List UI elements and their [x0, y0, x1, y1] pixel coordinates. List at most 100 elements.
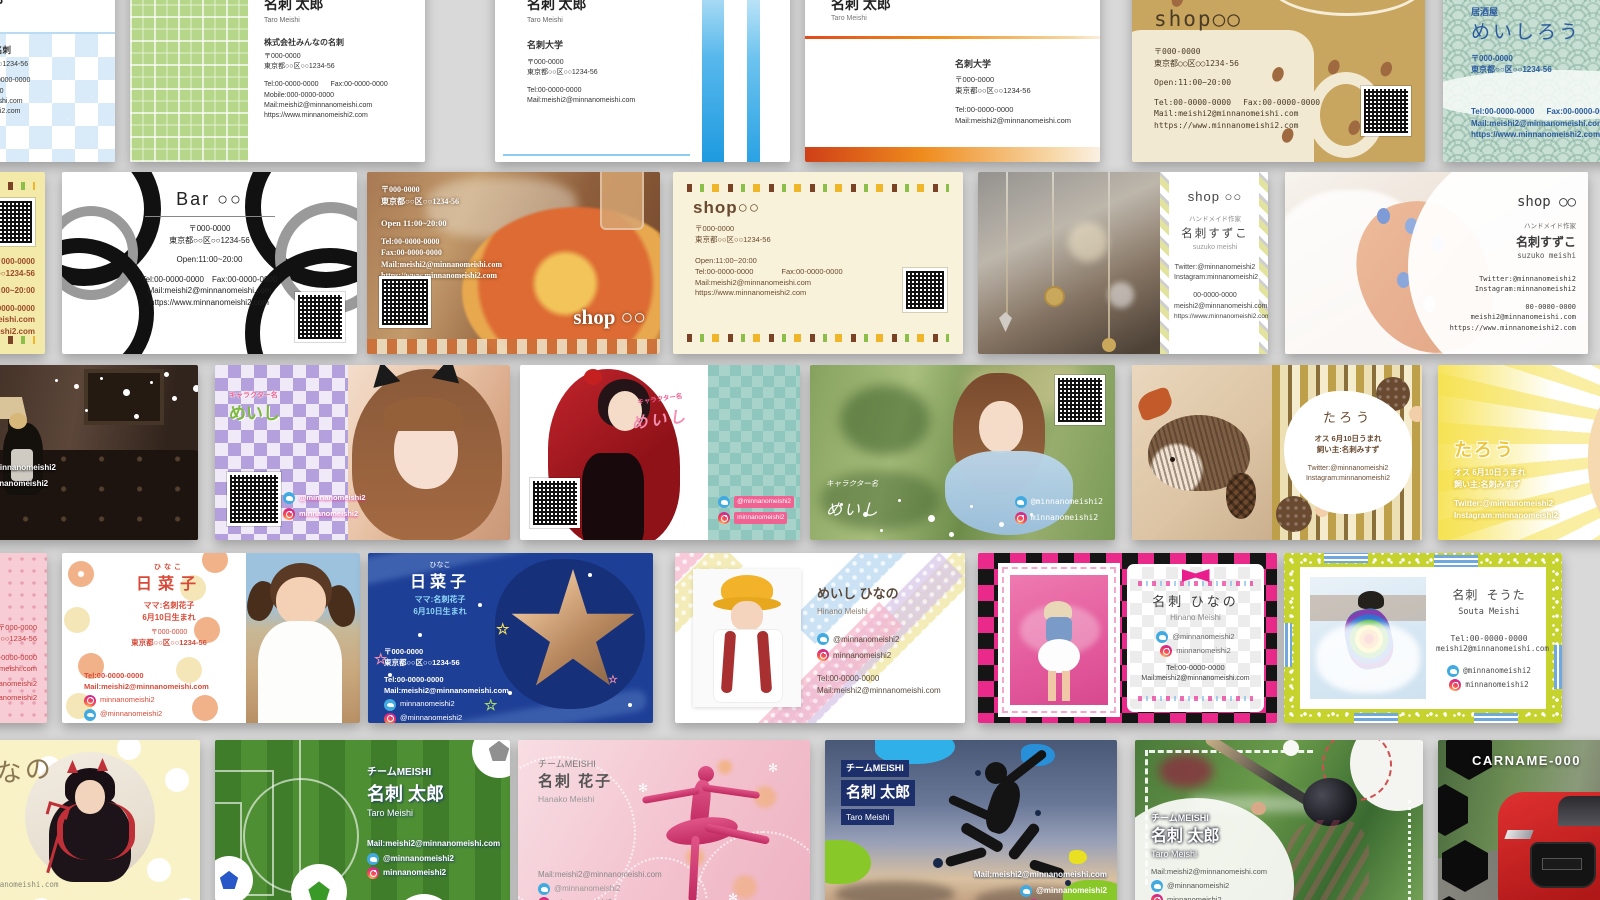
card-kids-washi-tape[interactable]: めいし ひなの Hinano Meishi @minnanomeishi2 mi…: [675, 553, 965, 723]
card-pet-hedgehog[interactable]: たろう オス 6月10日うまれ 飼い主:名刺みすず Twitter:@minna…: [1132, 365, 1422, 540]
card-handmade-nails[interactable]: shop ○○ ハンドメイド作家 名刺すずこ suzuko meishi Twi…: [1285, 172, 1588, 354]
tel: Tel:00-0000-0000: [381, 236, 502, 248]
card-cosplay-maid[interactable]: @minnanomeishi2 minnanomeishi2: [0, 365, 198, 540]
card-university-blue[interactable]: 名刺大学○○学部○○学科 名刺 太郎 Taro Meishi 名刺大学 〒000…: [495, 0, 790, 162]
card-team-soccer[interactable]: チームMEISHI 名刺 太郎 Taro Meishi Mail:meishi2…: [215, 740, 510, 900]
card-pizza-shop[interactable]: 〒000-0000 東京都○○区○○1234-56 Open 11:00~20:…: [367, 172, 660, 354]
devil-horn: [97, 758, 108, 771]
card-shop-cream[interactable]: shop○○ 〒000-0000 東京都○○区○○1234-56 Open:11…: [673, 172, 963, 354]
mail: Mail:meishi2@minnanomeishi.com: [384, 686, 509, 697]
instagram-handle: minnanomeishi2: [299, 509, 358, 520]
twitter-handle: Twitter:@minnanomeishi2: [1454, 498, 1558, 510]
card-team-baseball[interactable]: チームMEISHI 名刺 太郎 Taro Meishi Mail:meishi2…: [1135, 740, 1423, 900]
bokeh-light: [1068, 222, 1108, 262]
kid-name: めいし ひなの: [817, 585, 941, 604]
postal: 〒000-0000: [124, 223, 295, 235]
tel: Tel:00-0000-0000: [1471, 107, 1534, 116]
instagram-handle: minnanomeishi2: [0, 679, 37, 690]
card-kids-daisy[interactable]: ひなの @minnanomeishi2 minnanomeishi2 Tel:0…: [0, 740, 200, 900]
mail: Mail:meishi2@minnanomeishi.com: [84, 682, 209, 693]
white-shirt: [258, 621, 342, 723]
mobile: Mobile:000-0000-0000: [264, 91, 388, 101]
paint-splat-green: [825, 840, 871, 884]
maker-name: 名刺すずこ: [1450, 234, 1576, 251]
mail: Mail:meishi2@minnanomeishi.com: [1154, 108, 1320, 120]
url: https://www.minnanomeishi2.com: [124, 297, 295, 309]
card-university-orange[interactable]: 名刺大学○○学部○○学科 名刺 太郎 Taro Meishi 名刺大学 〒000…: [805, 0, 1100, 162]
card-kids-harlequin[interactable]: 名刺 ひなの Hinano Meishi @minnanomeishi2 min…: [978, 553, 1277, 723]
addr: 東京都○○区○○1234-56: [104, 638, 234, 649]
name-block: ひなこ 日菜子 ママ:名刺花子 6月10日生まれ: [380, 561, 500, 618]
url: https://www.minnanomeishi2.com: [264, 111, 388, 121]
name-block: ひなこ 日菜子 ママ:名刺花子 6月10日生まれ 〒000-0000 東京都○○…: [104, 563, 234, 649]
card-bar[interactable]: Bar ○○ 〒000-0000 東京都○○区○○1234-56 Open:11…: [62, 172, 357, 354]
social-block: @minnanomeishi2 minnanomeishi2: [0, 462, 56, 490]
card-corporate-green[interactable]: 営業部 部長 名刺 太郎 Taro Meishi 株式会社みんなの名刺 〒000…: [130, 0, 425, 162]
instagram-handle: minnanomeishi2: [734, 512, 787, 523]
card-kids-chartreuse[interactable]: 名刺 そうた Souta Meishi Tel:00-0000-0000 mei…: [1284, 553, 1562, 723]
card-body: shop ○○ ハンドメイド作家 名刺すずこ suzuko meishi Twi…: [1450, 192, 1576, 333]
open-hours: Open:11:00−20:00: [1154, 77, 1320, 89]
pet-owner: 飼い主:名刺みすず: [1284, 445, 1412, 456]
twitter-handle: minnanomeishi2: [400, 699, 455, 710]
twitter-handle: @minnanomeishi2: [1036, 885, 1107, 897]
header-block: 居酒屋 めいしろう 〒000-0000 東京都○○区○○1234-56: [1471, 6, 1581, 76]
card-team-ballet[interactable]: ✻ ✻ ✻ チームMEISHI 名刺 花子 Hanako Meishi Mail…: [518, 740, 810, 900]
mail: Mail:meishi2@minnanomeishi.com: [367, 838, 500, 850]
drink-glass: [600, 172, 644, 230]
card-character-catgirl[interactable]: キャラクター名 めいし @minnanomeishi2 minnanomeish…: [215, 365, 510, 540]
maker-romaji: suzuko meishi: [1450, 251, 1576, 262]
card-coffee-shop[interactable]: shop○○ 〒000-0000 東京都○○区○○1234-56 Open:11…: [1132, 0, 1425, 162]
fax: Fax:00-0000-0000: [331, 81, 388, 88]
card-corporate-argyle[interactable]: 営業部 部長 名刺 太郎 Taro Meishi 株式会社みんなの名刺 〒000…: [0, 0, 115, 162]
mail: Mail:meishi2@minnanomeishi.com: [0, 97, 115, 107]
fax: Fax:00-0000-0000: [1546, 107, 1600, 116]
addr: 東京都○○区○○1234-56: [384, 658, 509, 669]
kid-romaji: Souta Meishi: [1436, 606, 1542, 618]
open-hours: Open:11:00~20:00: [124, 254, 295, 266]
card-car[interactable]: CARNAME-000: [1438, 740, 1600, 900]
face: [731, 601, 763, 631]
postal: 〒000-0000: [527, 58, 635, 68]
tel: Tel:00-0000-0000: [1436, 633, 1542, 645]
card-pet-hamster[interactable]: たろう オス 6月10日うまれ 飼い主:名刺みすず Twitter:@minna…: [1438, 365, 1600, 540]
twitter-handle: @minnanomeishi2: [100, 709, 162, 720]
instagram-handle: minnanomeishi2: [100, 695, 155, 706]
tel: Tel:00-0000-0000: [527, 86, 635, 96]
kid-name: 名刺 そうた: [1436, 587, 1542, 604]
mail: Mail:meishi2@minnanomeishi.com: [1130, 674, 1261, 684]
contact-block: Tel:00-0000-0000Fax:00-0000-0000 Mail:me…: [1471, 106, 1600, 141]
tel-fax-line: Tel:00-0000-0000 Fax:00-0000-0000: [1471, 106, 1600, 118]
card-handmade-jewelry[interactable]: shop ○○ ハンドメイド作家 名刺すずこ suzuko meishi Twi…: [978, 172, 1268, 354]
instagram-icon: [384, 713, 396, 724]
card-kids-navy-stars[interactable]: ☆ ☆ ☆ ☆ ひなこ 日菜子 ママ:名刺花子 6月10日生まれ 〒000-00…: [368, 553, 653, 723]
organization: 名刺大学: [955, 58, 1071, 71]
addr: 東京都○○区○○1234-56: [695, 235, 843, 246]
instagram-handle: Instagram:minnanomeishi2: [1454, 510, 1558, 522]
card-character-alice[interactable]: キャラクター名 めいし @minnanomeishi2 minnanomeish…: [810, 365, 1115, 540]
twitter-icon: [817, 633, 829, 645]
cloud-blur: [835, 881, 955, 900]
card-body: めいし ひなの Hinano Meishi @minnanomeishi2 mi…: [817, 585, 941, 697]
card-kids-pinkdots[interactable]: ひなこ 日菜子 ママ:名刺花子 6月10日生まれ 〒000-0000 東京都○○…: [0, 553, 47, 723]
kid-name: 名刺 ひなの: [1130, 593, 1261, 612]
food-icon-row-top: [0, 182, 35, 190]
card-kids-blossom[interactable]: ひなこ 日菜子 ママ:名刺花子 6月10日生まれ 〒000-0000 東京都○○…: [62, 553, 360, 723]
contact-block: 〒000-0000 東京都○○区○○1234-56 Open:11:00−20:…: [1154, 46, 1320, 132]
team-name: チームMEISHI: [367, 766, 500, 781]
tel: Tel:00-0000-0000: [0, 303, 35, 315]
card-character-redhood[interactable]: キャラクター名 めいし @minnanomeishi2 minnanomeish…: [520, 365, 800, 540]
person-romaji: Taro Meishi: [527, 16, 635, 26]
card-izakaya[interactable]: 居酒屋 めいしろう 〒000-0000 東京都○○区○○1234-56 Tel:…: [1443, 0, 1600, 162]
twitter-handle: @minnanomeishi2: [1463, 666, 1531, 677]
card-shop-yellow[interactable]: 〒000-0000 東京都○○区○○1234-56 Open:11:00~20:…: [0, 172, 45, 354]
face: [75, 780, 105, 814]
tel: 00-0000-0000: [1450, 302, 1576, 312]
card-body: チームMEISHI 名刺 太郎 Taro Meishi Mail:meishi2…: [1151, 812, 1267, 900]
batter-helmet: [1303, 778, 1357, 826]
card-team-skater[interactable]: チームMEISHI 名刺 太郎 Taro Meishi Mail:meishi2…: [825, 740, 1117, 900]
blue-patch: [1284, 623, 1292, 667]
stitch-border: [1408, 800, 1411, 900]
instagram-handle: minnanomeishi2: [1465, 680, 1528, 691]
maid-hair: [9, 413, 27, 429]
